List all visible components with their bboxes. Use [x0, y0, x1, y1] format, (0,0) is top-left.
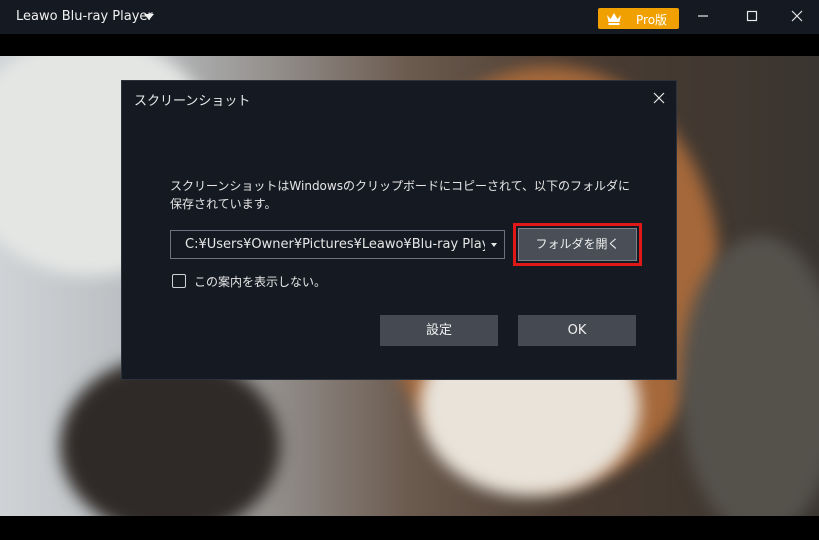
minimize-button[interactable] — [688, 3, 718, 31]
dialog-close-button[interactable] — [648, 87, 670, 109]
app-menu-dropdown-icon[interactable] — [144, 14, 154, 20]
crown-icon — [607, 13, 621, 25]
dialog-message: スクリーンショットはWindowsのクリップボードにコピーされて、以下のフォルダ… — [170, 179, 631, 211]
minimize-icon — [698, 15, 708, 17]
chevron-down-icon — [491, 243, 497, 247]
maximize-button[interactable] — [737, 3, 767, 31]
dont-show-again-label: この案内を表示しない。 — [194, 275, 327, 289]
open-folder-button[interactable]: フォルダを開く — [518, 228, 637, 261]
dont-show-again-checkbox[interactable] — [172, 274, 186, 288]
screenshot-dialog: スクリーンショット スクリーンショットはWindowsのクリップボードにコピーさ… — [121, 80, 677, 380]
app-title: Leawo Blu-ray Player — [16, 9, 153, 24]
save-folder-path: C:¥Users¥Owner¥Pictures¥Leawo¥Blu-ray Pl… — [185, 237, 485, 252]
dialog-title: スクリーンショット — [134, 94, 251, 109]
close-button[interactable] — [782, 3, 812, 31]
pro-upgrade-button[interactable]: Pro版 — [598, 8, 679, 29]
maximize-icon — [746, 10, 758, 22]
title-bar: Leawo Blu-ray Player Pro版 — [0, 0, 819, 34]
pro-badge-label: Pro版 — [636, 13, 668, 27]
close-icon — [653, 92, 665, 104]
settings-button[interactable]: 設定 — [380, 315, 498, 346]
cat-image — [60, 356, 280, 516]
save-folder-select[interactable]: C:¥Users¥Owner¥Pictures¥Leawo¥Blu-ray Pl… — [170, 230, 505, 259]
close-icon — [791, 10, 803, 22]
ok-button[interactable]: OK — [518, 315, 636, 346]
